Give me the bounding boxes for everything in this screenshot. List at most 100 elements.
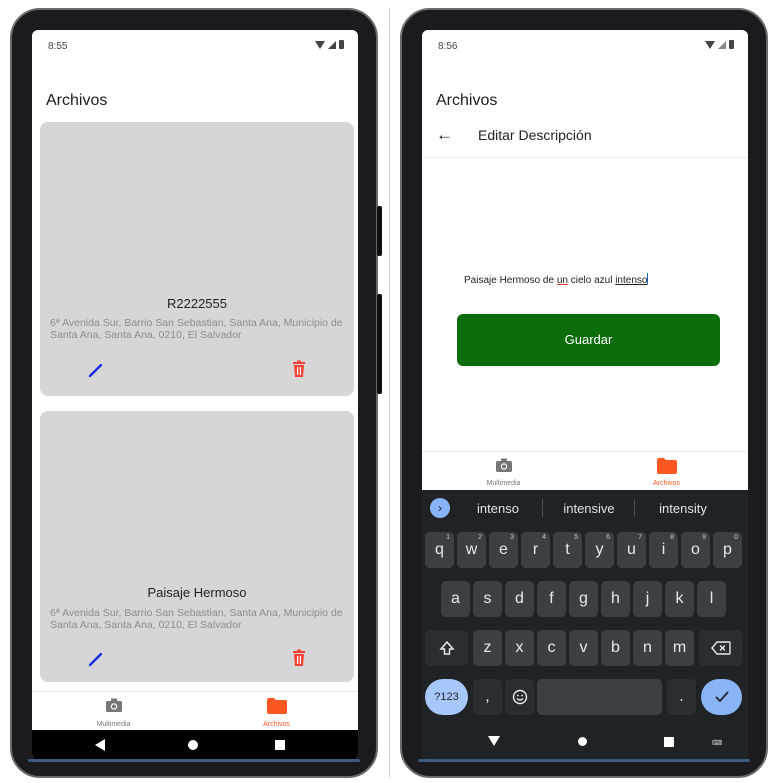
key-label: r [532, 541, 539, 558]
home-icon[interactable] [578, 737, 587, 746]
key[interactable]: v [569, 630, 598, 666]
shift-icon [438, 640, 455, 655]
nav-multimedia[interactable]: Multimedia [422, 452, 585, 491]
key[interactable]: p0 [713, 532, 742, 568]
key[interactable]: w2 [457, 532, 486, 568]
back-icon[interactable] [95, 739, 105, 751]
status-time: 8:56 [438, 41, 458, 52]
suggestion[interactable]: intensity [638, 501, 728, 516]
comma-key[interactable]: , [473, 679, 502, 715]
keyboard-switch-icon[interactable]: ⌨ [712, 739, 722, 747]
volume-button [377, 206, 382, 256]
card-address: 6ª Avenida Sur, Barrio San Sebastian, Sa… [50, 607, 343, 631]
bezel-accent [418, 759, 750, 762]
key[interactable]: c [537, 630, 566, 666]
nav-multimedia[interactable]: Multimedia [32, 692, 195, 733]
key[interactable]: u7 [617, 532, 646, 568]
key-hint: 4 [542, 534, 546, 541]
system-navigation-bar: ⌨ [422, 726, 748, 760]
screenshot-divider [389, 8, 390, 778]
description-text: cielo azul [567, 275, 616, 286]
key[interactable]: i8 [649, 532, 678, 568]
camera-icon [105, 698, 122, 712]
nav-label: Archivos [263, 721, 290, 728]
key-hint: 6 [606, 534, 610, 541]
key[interactable]: y6 [585, 532, 614, 568]
battery-icon [729, 40, 734, 49]
shift-key[interactable] [425, 630, 468, 666]
nav-label: Multimedia [96, 721, 131, 728]
key[interactable]: s [473, 581, 502, 617]
bottom-navigation: Multimedia Archivos [32, 691, 358, 733]
key[interactable]: f [537, 581, 566, 617]
spacebar-key[interactable] [537, 679, 662, 715]
key[interactable]: q1 [425, 532, 454, 568]
nav-label: Archivos [653, 480, 680, 487]
trash-icon[interactable] [290, 649, 308, 667]
suggestion[interactable]: intensive [546, 501, 632, 516]
key[interactable]: j [633, 581, 662, 617]
card-address: 6ª Avenida Sur, Barrio San Sebastian, Sa… [50, 317, 343, 341]
key-hint: 0 [734, 534, 738, 541]
key[interactable]: z [473, 630, 502, 666]
key[interactable]: r4 [521, 532, 550, 568]
suggestion-divider [634, 499, 635, 517]
trash-icon[interactable] [290, 360, 308, 378]
key[interactable]: d [505, 581, 534, 617]
description-input[interactable]: Paisaje Hermoso de un cielo azul intenso [464, 273, 649, 286]
bezel-accent [28, 759, 360, 762]
key[interactable]: m [665, 630, 694, 666]
key[interactable]: n [633, 630, 662, 666]
back-arrow-icon[interactable]: ← [436, 125, 453, 145]
key-label: i [661, 541, 666, 558]
symbols-key[interactable]: ?123 [425, 679, 468, 715]
hide-keyboard-icon[interactable] [488, 736, 500, 746]
status-bar: 8:55 [32, 30, 358, 58]
key[interactable]: l [697, 581, 726, 617]
key-label: e [499, 541, 508, 558]
page-title: Archivos [436, 92, 498, 109]
key[interactable]: o9 [681, 532, 710, 568]
status-time: 8:55 [48, 41, 68, 52]
signal-icon [718, 40, 726, 49]
key[interactable]: g [569, 581, 598, 617]
key[interactable]: h [601, 581, 630, 617]
page-title: Archivos [46, 92, 108, 109]
key-hint: 8 [670, 534, 674, 541]
key-hint: 5 [574, 534, 578, 541]
key-hint: 9 [702, 534, 706, 541]
key[interactable]: k [665, 581, 694, 617]
suggestion[interactable]: intenso [460, 501, 536, 516]
file-card[interactable]: R2222555 6ª Avenida Sur, Barrio San Seba… [40, 122, 354, 396]
signal-icon [328, 40, 336, 49]
nav-archivos[interactable]: Archivos [195, 692, 358, 733]
edit-title: Editar Descripción [478, 127, 592, 143]
backspace-icon [710, 641, 731, 655]
emoji-key[interactable] [505, 679, 534, 715]
key[interactable]: a [441, 581, 470, 617]
camera-icon [495, 458, 512, 472]
recents-icon[interactable] [275, 740, 285, 750]
battery-icon [339, 40, 344, 49]
backspace-key[interactable] [699, 630, 742, 666]
recents-icon[interactable] [664, 737, 674, 747]
key[interactable]: t5 [553, 532, 582, 568]
save-button[interactable]: Guardar [457, 314, 720, 366]
home-icon[interactable] [188, 740, 198, 750]
key-label: u [627, 541, 636, 558]
key[interactable]: x [505, 630, 534, 666]
edit-icon[interactable] [86, 360, 106, 380]
key[interactable]: b [601, 630, 630, 666]
file-card[interactable]: Paisaje Hermoso 6ª Avenida Sur, Barrio S… [40, 411, 354, 682]
enter-key[interactable] [701, 679, 742, 715]
key-hint: 1 [446, 534, 450, 541]
chevron-right-icon[interactable]: › [430, 498, 450, 518]
key-hint: 2 [478, 534, 482, 541]
key[interactable]: e3 [489, 532, 518, 568]
period-key[interactable]: . [667, 679, 696, 715]
edit-app-bar: ← Editar Descripción [422, 110, 748, 158]
edit-icon[interactable] [86, 649, 106, 669]
nav-label: Multimedia [486, 480, 521, 487]
description-text: Paisaje Hermoso de [464, 275, 557, 286]
nav-archivos[interactable]: Archivos [585, 452, 748, 491]
